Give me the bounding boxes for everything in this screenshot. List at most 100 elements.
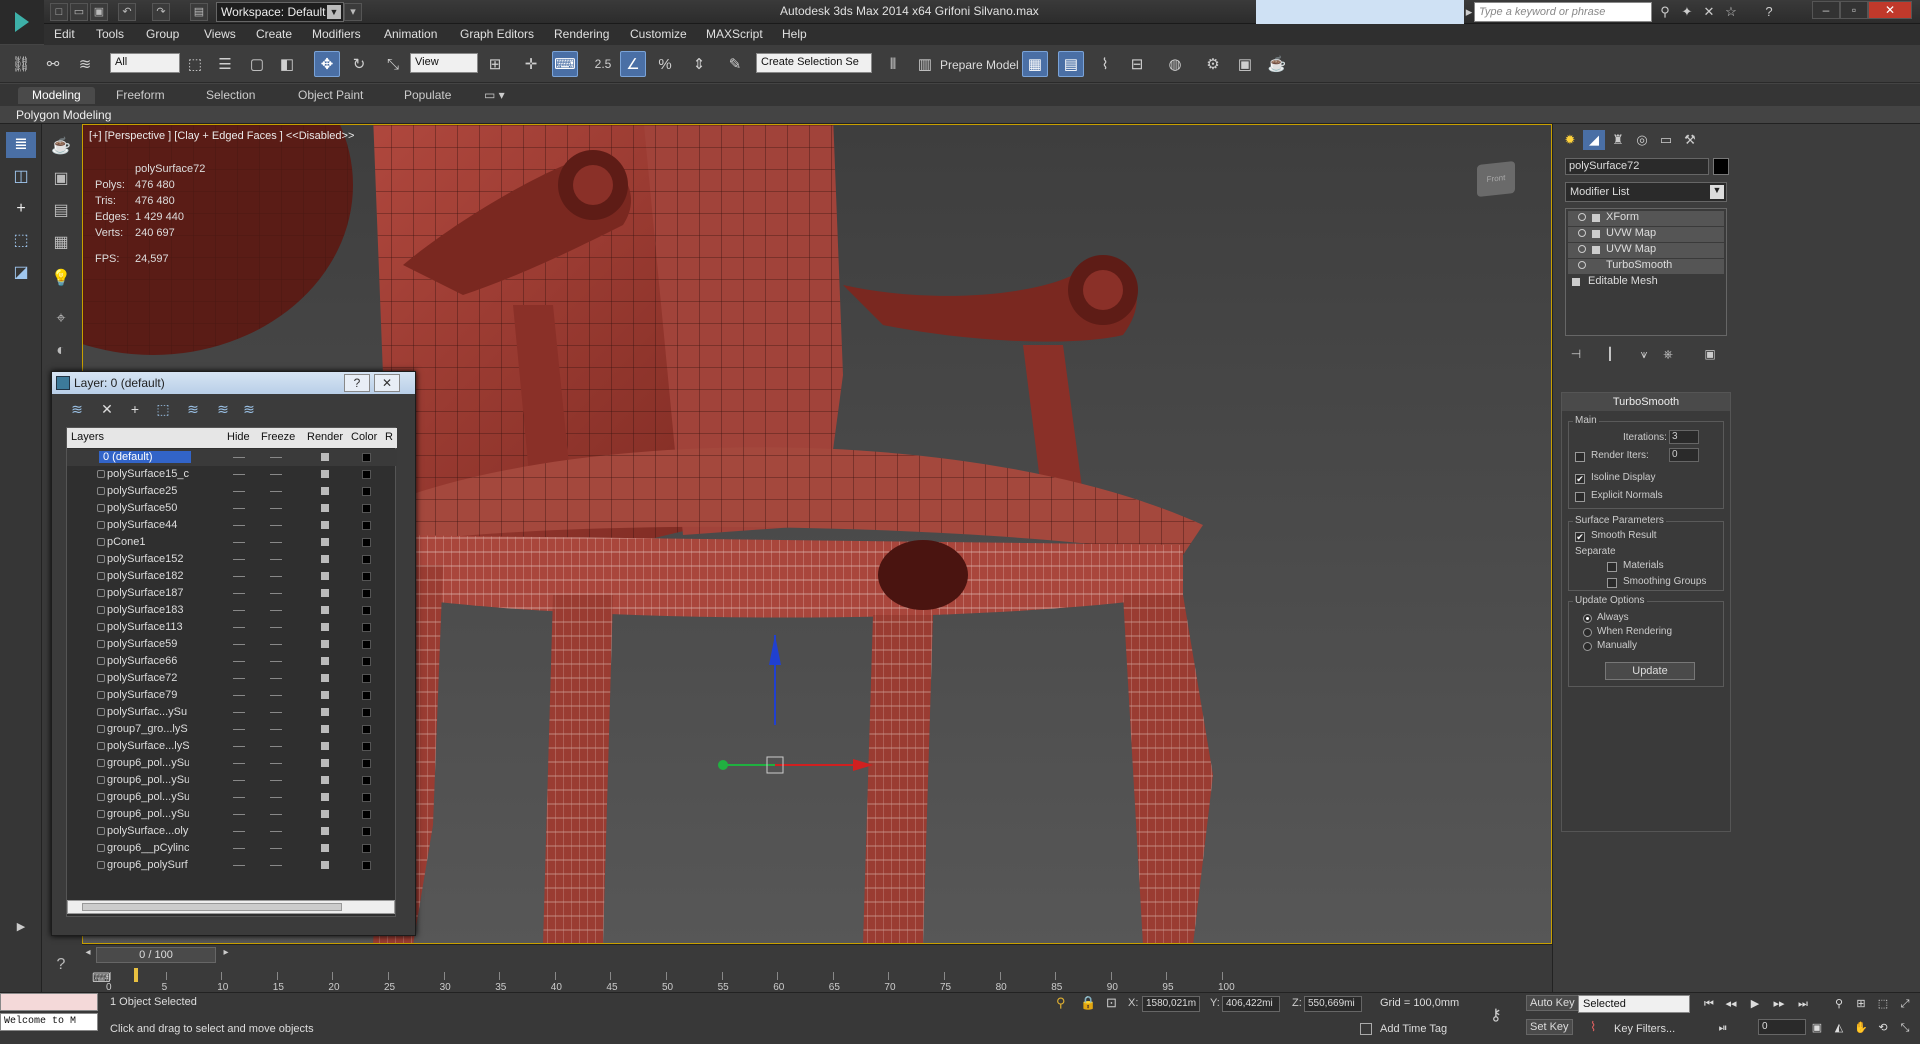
select-object-icon[interactable]: ⬚ (182, 51, 208, 77)
color-swatch[interactable] (362, 555, 371, 564)
mirror-icon[interactable]: ⫴ (880, 51, 906, 77)
viewport-label[interactable]: [+] [Perspective ] [Clay + Edged Faces ]… (89, 130, 354, 142)
spinner-snap-icon[interactable]: ⇕ (686, 51, 712, 77)
link-icon[interactable]: ⛓ (8, 51, 34, 77)
schematic-view-icon[interactable]: ⊟ (1124, 51, 1150, 77)
eye-icon[interactable] (1578, 213, 1586, 221)
maxscript-listener[interactable] (0, 993, 98, 1011)
color-swatch[interactable] (362, 521, 371, 530)
keyboard-shortcut-icon[interactable]: ⌨ (552, 51, 578, 77)
hide-toggle[interactable] (233, 559, 245, 560)
color-swatch[interactable] (362, 827, 371, 836)
layer-row[interactable]: group6_pol...ySu (67, 755, 397, 772)
menu-create[interactable]: Create (256, 27, 292, 41)
menu-graph-editors[interactable]: Graph Editors (460, 27, 534, 41)
auto-key-button[interactable]: Auto Key (1526, 995, 1579, 1011)
hide-toggle[interactable] (233, 542, 245, 543)
layer-row[interactable]: polySurface66 (67, 653, 397, 670)
menu-edit[interactable]: Edit (54, 27, 75, 41)
color-swatch[interactable] (362, 674, 371, 683)
move-icon[interactable]: ✥ (314, 51, 340, 77)
render-toggle-icon[interactable] (321, 657, 329, 665)
freeze-toggle[interactable] (270, 712, 282, 713)
freeze-toggle[interactable] (270, 729, 282, 730)
z-field[interactable]: 550,669mi (1304, 996, 1362, 1012)
angle-snap-icon[interactable]: ∠ (620, 51, 646, 77)
pan-icon[interactable]: ✋ (1852, 1019, 1870, 1037)
layer-row[interactable]: polySurfac...ySu (67, 704, 397, 721)
layer-row[interactable]: polySurface187 (67, 585, 397, 602)
display-icon[interactable]: ▣ (46, 166, 76, 192)
render-toggle-icon[interactable] (321, 674, 329, 682)
polygon-modeling-label[interactable]: Polygon Modeling (16, 108, 111, 122)
hide-toggle[interactable] (233, 474, 245, 475)
eye-icon[interactable] (1578, 261, 1586, 269)
layer-row[interactable]: group6_pol...ySu (67, 772, 397, 789)
help-icon[interactable]: ? (1760, 3, 1778, 21)
layer-row[interactable]: polySurface152 (67, 551, 397, 568)
selection-filter-dropdown[interactable]: All (110, 53, 180, 73)
render-toggle-icon[interactable] (321, 691, 329, 699)
object-name-field[interactable]: polySurface72 (1565, 158, 1709, 175)
window-crossing-icon[interactable]: ◧ (274, 51, 300, 77)
viewcube[interactable]: Front (1477, 161, 1515, 197)
prepare-model-label[interactable]: Prepare Model (940, 58, 1019, 72)
color-swatch[interactable] (362, 810, 371, 819)
color-swatch[interactable] (362, 708, 371, 717)
undo-icon[interactable]: ↶ (118, 3, 136, 21)
scale-icon[interactable]: ⤡ (380, 51, 406, 77)
layer-row[interactable]: polySurface183 (67, 602, 397, 619)
display-tab-icon[interactable]: ▭ (1655, 130, 1677, 150)
edit-named-selection-icon[interactable]: ✎ (722, 51, 748, 77)
color-swatch[interactable] (362, 453, 371, 462)
layer-row[interactable]: polySurface...lyS (67, 738, 397, 755)
render-toggle-icon[interactable] (321, 589, 329, 597)
render-toggle-icon[interactable] (321, 470, 329, 478)
freeze-toggle[interactable] (270, 865, 282, 866)
render-toggle-icon[interactable] (321, 538, 329, 546)
tab-selection[interactable]: Selection (192, 87, 269, 104)
iterations-spinner[interactable]: 3 (1669, 430, 1699, 444)
layer-row[interactable]: polySurface72 (67, 670, 397, 687)
color-swatch[interactable] (362, 487, 371, 496)
hierarchy-tab-icon[interactable]: ♜ (1607, 130, 1629, 150)
expand-icon[interactable] (1572, 278, 1580, 286)
project-folder-icon[interactable]: ▤ (190, 3, 208, 21)
modifier-list-dropdown[interactable]: Modifier List ▼ (1565, 182, 1727, 202)
render-toggle-icon[interactable] (321, 521, 329, 529)
help-circle-icon[interactable]: ? (46, 952, 76, 978)
render-toggle-icon[interactable] (321, 759, 329, 767)
maximize-button[interactable]: ▫ (1840, 1, 1868, 19)
save-icon[interactable]: ▣ (90, 3, 108, 21)
col-hide[interactable]: Hide (227, 431, 250, 443)
time-tag-icon[interactable] (1360, 1023, 1372, 1035)
freeze-toggle[interactable] (270, 627, 282, 628)
teapot-icon[interactable]: ☕ (46, 134, 76, 160)
color-swatch[interactable] (362, 504, 371, 513)
hide-toggle[interactable] (233, 508, 245, 509)
zoom-icon[interactable]: ⚲ (1830, 995, 1848, 1013)
select-by-name-icon[interactable]: ☰ (212, 51, 238, 77)
select-tool-icon[interactable]: ⬚ (6, 228, 36, 254)
freeze-toggle[interactable] (270, 678, 282, 679)
layer-row[interactable]: polySurface79 (67, 687, 397, 704)
hide-toggle[interactable] (233, 644, 245, 645)
hand-icon[interactable]: ◐ (46, 338, 76, 364)
key-filters-button[interactable]: Key Filters... (1614, 1023, 1675, 1035)
play-icon[interactable]: ▶ (1746, 995, 1764, 1013)
prev-key-icon[interactable]: ◂◂ (1722, 995, 1740, 1013)
color-swatch[interactable] (362, 589, 371, 598)
goto-start-icon[interactable]: ⏮ (1700, 995, 1718, 1013)
layer-row[interactable]: polySurface182 (67, 568, 397, 585)
tools-icon[interactable]: ✦ (1678, 3, 1696, 21)
maxscript-output[interactable]: Welcome to M (0, 1013, 98, 1031)
menu-tools[interactable]: Tools (96, 27, 124, 41)
graphite-toggle-icon[interactable]: ▤ (1058, 51, 1084, 77)
make-unique-icon[interactable]: ⩛ (1633, 344, 1655, 364)
stack-item-turbosmooth[interactable]: TurboSmooth (1568, 259, 1724, 274)
materials-checkbox[interactable] (1607, 562, 1617, 572)
add-time-tag[interactable]: Add Time Tag (1380, 1023, 1447, 1035)
render-toggle-icon[interactable] (321, 861, 329, 869)
layer-row[interactable]: polySurface59 (67, 636, 397, 653)
freeze-toggle[interactable] (270, 610, 282, 611)
